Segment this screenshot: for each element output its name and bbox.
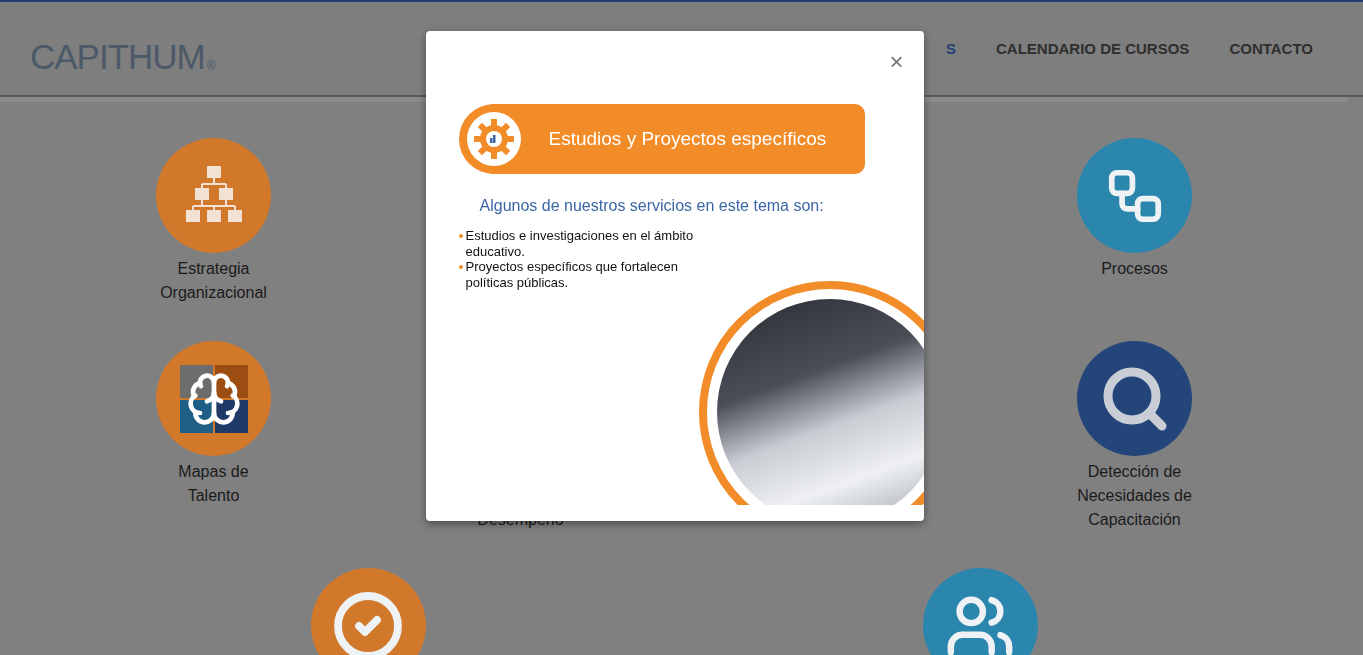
banner: Estudios y Proyectos específicos [459,104,865,174]
service-item[interactable]: Mapas deTalento [60,341,367,508]
bullet-item: Estudios e investigaciones en el ámbito … [459,228,699,259]
service-row [60,568,1288,655]
service-item[interactable] [215,568,522,655]
nav-item[interactable]: S [946,40,956,57]
modal-content: Estudios e investigaciones en el ámbito … [459,228,921,505]
modal-backdrop[interactable]: × Estudios y Proyectos específicos Algunos… [0,0,1363,655]
org-chart-icon [182,164,246,228]
nav: S CALENDARIO DE CURSOS CONTACTO [946,40,1313,57]
service-label[interactable]: Procesos [1101,257,1168,281]
service-label[interactable]: EstrategiaOrganizacional [160,257,267,305]
modal-subtitle: Algunos de nuestros servicios en este te… [480,196,921,216]
service-label[interactable]: Detección deNecesidades deCapacitación [1077,460,1192,532]
service-item[interactable]: Procesos [981,138,1288,281]
bullet-list: Estudios e investigaciones en el ámbito … [459,228,699,505]
service-circle[interactable] [1077,341,1192,456]
bullet-item: Proyectos específicos que fortalecen pol… [459,259,699,290]
service-circle[interactable] [156,138,271,253]
service-item[interactable]: EstrategiaOrganizacional [60,138,367,305]
service-label[interactable]: Mapas deTalento [178,460,248,508]
gear-badge [459,104,529,174]
process-icon [1104,165,1166,227]
team-icon [945,591,1015,655]
nav-item[interactable]: CALENDARIO DE CURSOS [996,40,1189,57]
check-icon [332,590,404,655]
magnifier-icon [1099,363,1171,435]
modal-header: × [426,31,924,87]
modal: × Estudios y Proyectos específicos Algunos… [426,31,924,521]
brain-icon [180,365,248,433]
photo [699,281,924,505]
page: CAPITHUM® S CALENDARIO DE CURSOS CONTACTO Es… [0,0,1363,655]
modal-body: Estudios y Proyectos específicos Algunos … [426,87,924,521]
service-circle[interactable] [1077,138,1192,253]
logo[interactable]: CAPITHUM® [30,39,216,74]
service-item[interactable] [827,568,1134,655]
service-circle[interactable] [311,568,426,655]
service-circle[interactable] [156,341,271,456]
close-button[interactable]: × [885,50,907,74]
nav-item[interactable]: CONTACTO [1229,40,1313,57]
service-item[interactable]: Detección deNecesidades deCapacitación [981,341,1288,532]
service-circle[interactable] [923,568,1038,655]
gear-icon [473,118,515,160]
banner-title: Estudios y Proyectos específicos [491,104,865,174]
